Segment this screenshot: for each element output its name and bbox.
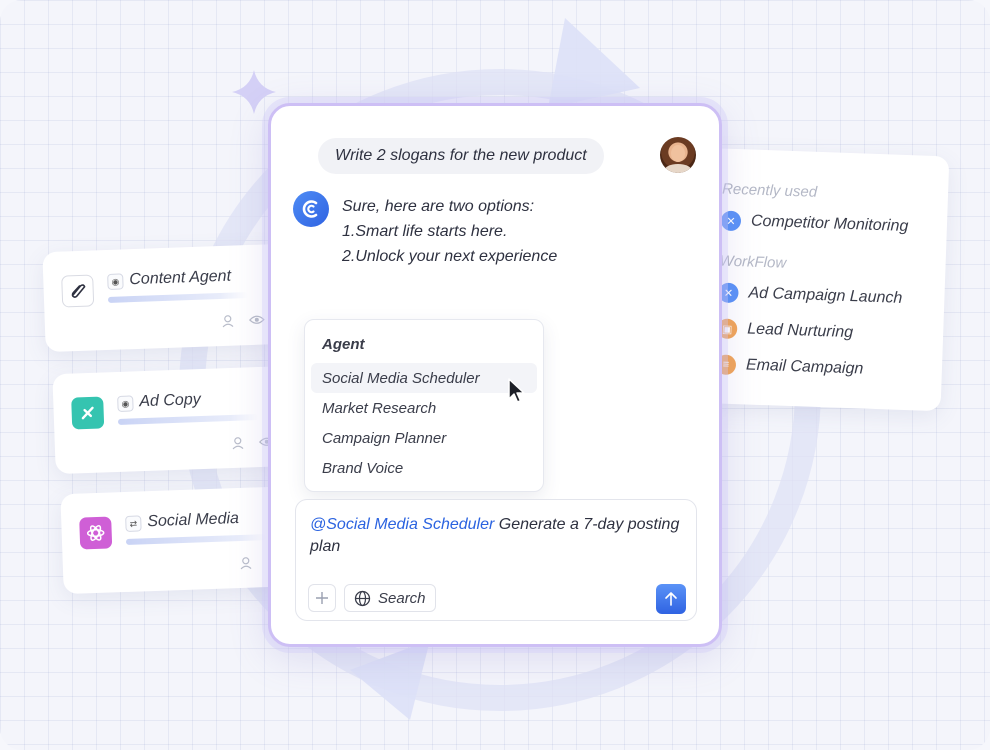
workflow-icon: ⇄ (125, 515, 142, 532)
user-avatar (660, 137, 696, 173)
workflow-label: WorkFlow (719, 252, 787, 272)
send-button[interactable] (656, 584, 686, 614)
content-agent-icon (61, 274, 95, 308)
agent-option-campaign-planner[interactable]: Campaign Planner (311, 423, 537, 453)
ad-copy-icon (71, 396, 105, 430)
globe-icon (354, 590, 371, 606)
message-composer[interactable]: @Social Media Scheduler Generate a 7-day… (295, 499, 697, 621)
progress-placeholder (107, 292, 249, 303)
agent-card-title: Ad Copy (139, 391, 201, 411)
tools-icon: ✕ (720, 210, 742, 232)
card-meta (221, 312, 266, 331)
composer-input[interactable]: @Social Media Scheduler Generate a 7-day… (310, 514, 690, 558)
assistant-line: Sure, here are two options: (342, 198, 535, 215)
canvas-background: ◉ Content Agent ◉ Ad Copy ⇄ Social Media… (0, 0, 990, 750)
agent-dropdown: Agent Social Media Scheduler Market Rese… (304, 319, 544, 492)
user-message: Write 2 slogans for the new product (318, 138, 604, 174)
plus-icon (316, 592, 328, 604)
progress-placeholder (125, 534, 267, 545)
mouse-cursor-icon (508, 378, 525, 403)
workflow-item-label: Email Campaign (745, 356, 864, 378)
workflow-item-label: Lead Nurturing (746, 320, 854, 342)
recent-item-label: Competitor Monitoring (750, 212, 909, 236)
workflow-item-email-campaign[interactable]: ≡ Email Campaign (715, 354, 864, 379)
add-attachment-button[interactable] (308, 584, 336, 612)
assistant-line: 1.Smart life starts here. (342, 223, 508, 240)
search-label: Search (378, 589, 426, 607)
user-icon (239, 556, 254, 573)
search-toggle-button[interactable]: Search (344, 584, 436, 612)
user-icon (231, 436, 246, 453)
recent-item-competitor-monitoring[interactable]: ✕ Competitor Monitoring (720, 210, 909, 238)
agent-card-title: Social Media (147, 510, 240, 531)
robot-icon: ◉ (107, 273, 124, 290)
agent-card-content[interactable]: ◉ Content Agent (42, 243, 286, 353)
agent-card-ad-copy[interactable]: ◉ Ad Copy (52, 365, 296, 475)
dropdown-title: Agent (322, 336, 365, 353)
assistant-message: Sure, here are two options: 1.Smart life… (342, 194, 557, 269)
agent-card-title: Content Agent (129, 267, 232, 289)
user-icon (221, 314, 236, 331)
agent-mention: @Social Media Scheduler (310, 516, 495, 533)
robot-icon: ◉ (117, 395, 134, 412)
workflow-item-lead-nurturing[interactable]: ▣ Lead Nurturing (716, 318, 854, 343)
card-meta (239, 556, 254, 573)
recently-used-label: Recently used (721, 180, 818, 201)
progress-placeholder (117, 414, 259, 425)
recent-workflow-panel: Recently used ✕ Competitor Monitoring Wo… (690, 147, 950, 412)
eye-icon (248, 312, 266, 330)
social-media-icon (79, 516, 113, 550)
agent-option-brand-voice[interactable]: Brand Voice (311, 453, 537, 483)
assistant-logo-icon (293, 191, 329, 227)
agent-option-market-research[interactable]: Market Research (311, 393, 537, 423)
workflow-item-label: Ad Campaign Launch (748, 284, 903, 307)
chat-panel: Write 2 slogans for the new product Sure… (268, 103, 722, 647)
assistant-line: 2.Unlock your next experience (342, 248, 558, 265)
workflow-item-ad-campaign-launch[interactable]: ✕ Ad Campaign Launch (718, 282, 903, 308)
arrow-up-icon (665, 592, 677, 606)
agent-option-social-media-scheduler[interactable]: Social Media Scheduler (311, 363, 537, 393)
